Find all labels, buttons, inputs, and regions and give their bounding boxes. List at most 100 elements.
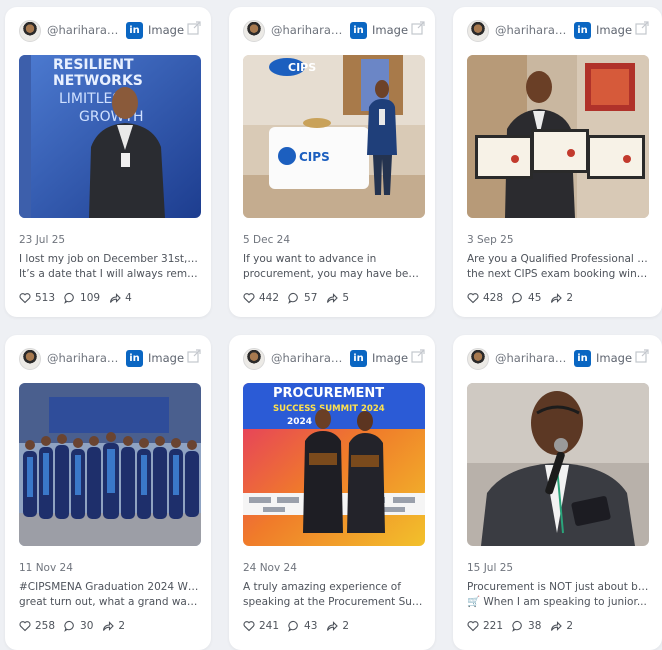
comment-icon: [64, 292, 74, 304]
author-handle[interactable]: @hariharan...: [47, 351, 121, 365]
card-header: @hariharan... in Image: [229, 335, 435, 381]
share-icon: [551, 293, 563, 303]
avatar[interactable]: [19, 20, 41, 42]
post-image[interactable]: [467, 383, 649, 546]
post-excerpt: Are you a Qualified Professional ? As th…: [467, 252, 649, 282]
likes-stat: 221: [467, 620, 503, 632]
shares-count: 5: [342, 292, 350, 304]
shares-stat: 2: [102, 620, 125, 632]
external-link-icon[interactable]: [411, 21, 425, 35]
share-icon: [110, 293, 121, 303]
author-handle[interactable]: @hariharan...: [271, 23, 345, 37]
shares-stat: 4: [109, 292, 132, 304]
shares-count: 4: [125, 292, 132, 304]
post-image[interactable]: [467, 55, 649, 218]
excerpt-line: Are you a Qualified Professional ? As: [467, 253, 649, 265]
avatar[interactable]: [19, 348, 41, 370]
share-icon: [103, 621, 115, 631]
post-image[interactable]: CIPS CIPS: [243, 55, 425, 218]
shares-count: 2: [566, 620, 574, 632]
comment-icon: [64, 620, 74, 632]
excerpt-line: #CIPSMENA Graduation 2024 What a: [19, 581, 201, 593]
post-card[interactable]: @hariharan... in Image CIPS CIPS 5 Dec 2…: [229, 7, 435, 317]
shares-stat: 5: [326, 292, 349, 304]
external-link-icon[interactable]: [411, 349, 425, 363]
card-header: @hariharan... in Image: [453, 7, 662, 53]
likes-count: 241: [259, 620, 280, 632]
linkedin-icon: in: [126, 22, 143, 39]
comments-count: 109: [80, 292, 101, 304]
avatar[interactable]: [467, 348, 489, 370]
author-handle[interactable]: @hariharan...: [271, 351, 345, 365]
author-handle[interactable]: @hariharan...: [47, 23, 121, 37]
share-icon: [327, 293, 339, 303]
avatar[interactable]: [243, 348, 265, 370]
image-text: 2024: [287, 417, 312, 427]
excerpt-line: procurement, you may have been...: [243, 268, 425, 280]
excerpt-line: Procurement is NOT just about buying.: [467, 581, 649, 593]
comments-stat: 57: [288, 292, 317, 304]
post-image[interactable]: [19, 383, 201, 546]
comment-icon: [512, 292, 522, 304]
excerpt-line: If you want to advance in: [243, 253, 377, 265]
engagement-stats: 442 57 5: [243, 291, 358, 305]
comments-stat: 43: [288, 620, 317, 632]
likes-count: 442: [259, 292, 280, 304]
heart-icon: [243, 293, 255, 304]
shares-stat: 2: [550, 620, 573, 632]
comments-count: 38: [528, 620, 542, 632]
likes-stat: 258: [19, 620, 55, 632]
post-type-label: Image: [148, 351, 185, 365]
likes-count: 258: [35, 620, 56, 632]
author-handle[interactable]: @hariharan...: [495, 23, 569, 37]
heart-icon: [467, 293, 479, 304]
external-link-icon[interactable]: [187, 349, 201, 363]
post-image[interactable]: RESILIENT NETWORKS LIMITLESS GROWTH: [19, 55, 201, 218]
likes-stat: 241: [243, 620, 279, 632]
external-link-icon[interactable]: [635, 21, 649, 35]
comments-count: 57: [304, 292, 318, 304]
card-header: @hariharan... in Image: [453, 335, 662, 381]
linkedin-icon: in: [350, 350, 367, 367]
post-card[interactable]: @hariharan... in Image: [5, 335, 211, 650]
shares-count: 2: [566, 292, 574, 304]
heart-icon: [19, 293, 31, 304]
author-handle[interactable]: @hariharan...: [495, 351, 569, 365]
linkedin-icon: in: [126, 350, 143, 367]
post-image[interactable]: PROCUREMENT SUCCESS SUMMIT 2024 2024: [243, 383, 425, 546]
engagement-stats: 221 38 2: [467, 619, 582, 633]
shares-stat: 2: [326, 620, 349, 632]
post-card[interactable]: @hariharan... in Image: [453, 7, 662, 317]
post-card[interactable]: @hariharan... in Image RESILIENT NETWORK…: [5, 7, 211, 317]
external-link-icon[interactable]: [187, 21, 201, 35]
heart-icon: [19, 621, 31, 632]
linkedin-icon: in: [574, 22, 591, 39]
avatar[interactable]: [467, 20, 489, 42]
card-header: @hariharan... in Image: [5, 335, 211, 381]
post-card[interactable]: @hariharan... in Image PROCUREMENT SUCCE…: [229, 335, 435, 650]
image-text: CIPS: [288, 61, 316, 74]
image-text: PROCUREMENT: [273, 386, 384, 401]
comments-count: 45: [528, 292, 542, 304]
excerpt-line: the next CIPS exam booking window...: [467, 268, 649, 280]
heart-icon: [467, 621, 479, 632]
post-card[interactable]: @hariharan... in Image 15 Jul 25 Procure…: [453, 335, 662, 650]
likes-stat: 442: [243, 292, 279, 304]
excerpt-line: A truly amazing experience of: [243, 581, 401, 593]
external-link-icon[interactable]: [635, 349, 649, 363]
card-header: @hariharan... in Image: [229, 7, 435, 53]
excerpt-line: speaking at the Procurement Success...: [243, 596, 425, 608]
post-excerpt: #CIPSMENA Graduation 2024 What a great t…: [19, 580, 201, 610]
post-type-label: Image: [372, 23, 409, 37]
comments-stat: 109: [64, 292, 100, 304]
card-header: @hariharan... in Image: [5, 7, 211, 53]
heart-icon: [243, 621, 255, 632]
post-date: 24 Nov 24: [243, 562, 297, 574]
likes-count: 221: [483, 620, 504, 632]
image-text: CIPS: [299, 150, 330, 164]
likes-stat: 513: [19, 292, 55, 304]
avatar[interactable]: [243, 20, 265, 42]
linkedin-icon: in: [574, 350, 591, 367]
shares-stat: 2: [550, 292, 573, 304]
post-date: 3 Sep 25: [467, 234, 514, 246]
